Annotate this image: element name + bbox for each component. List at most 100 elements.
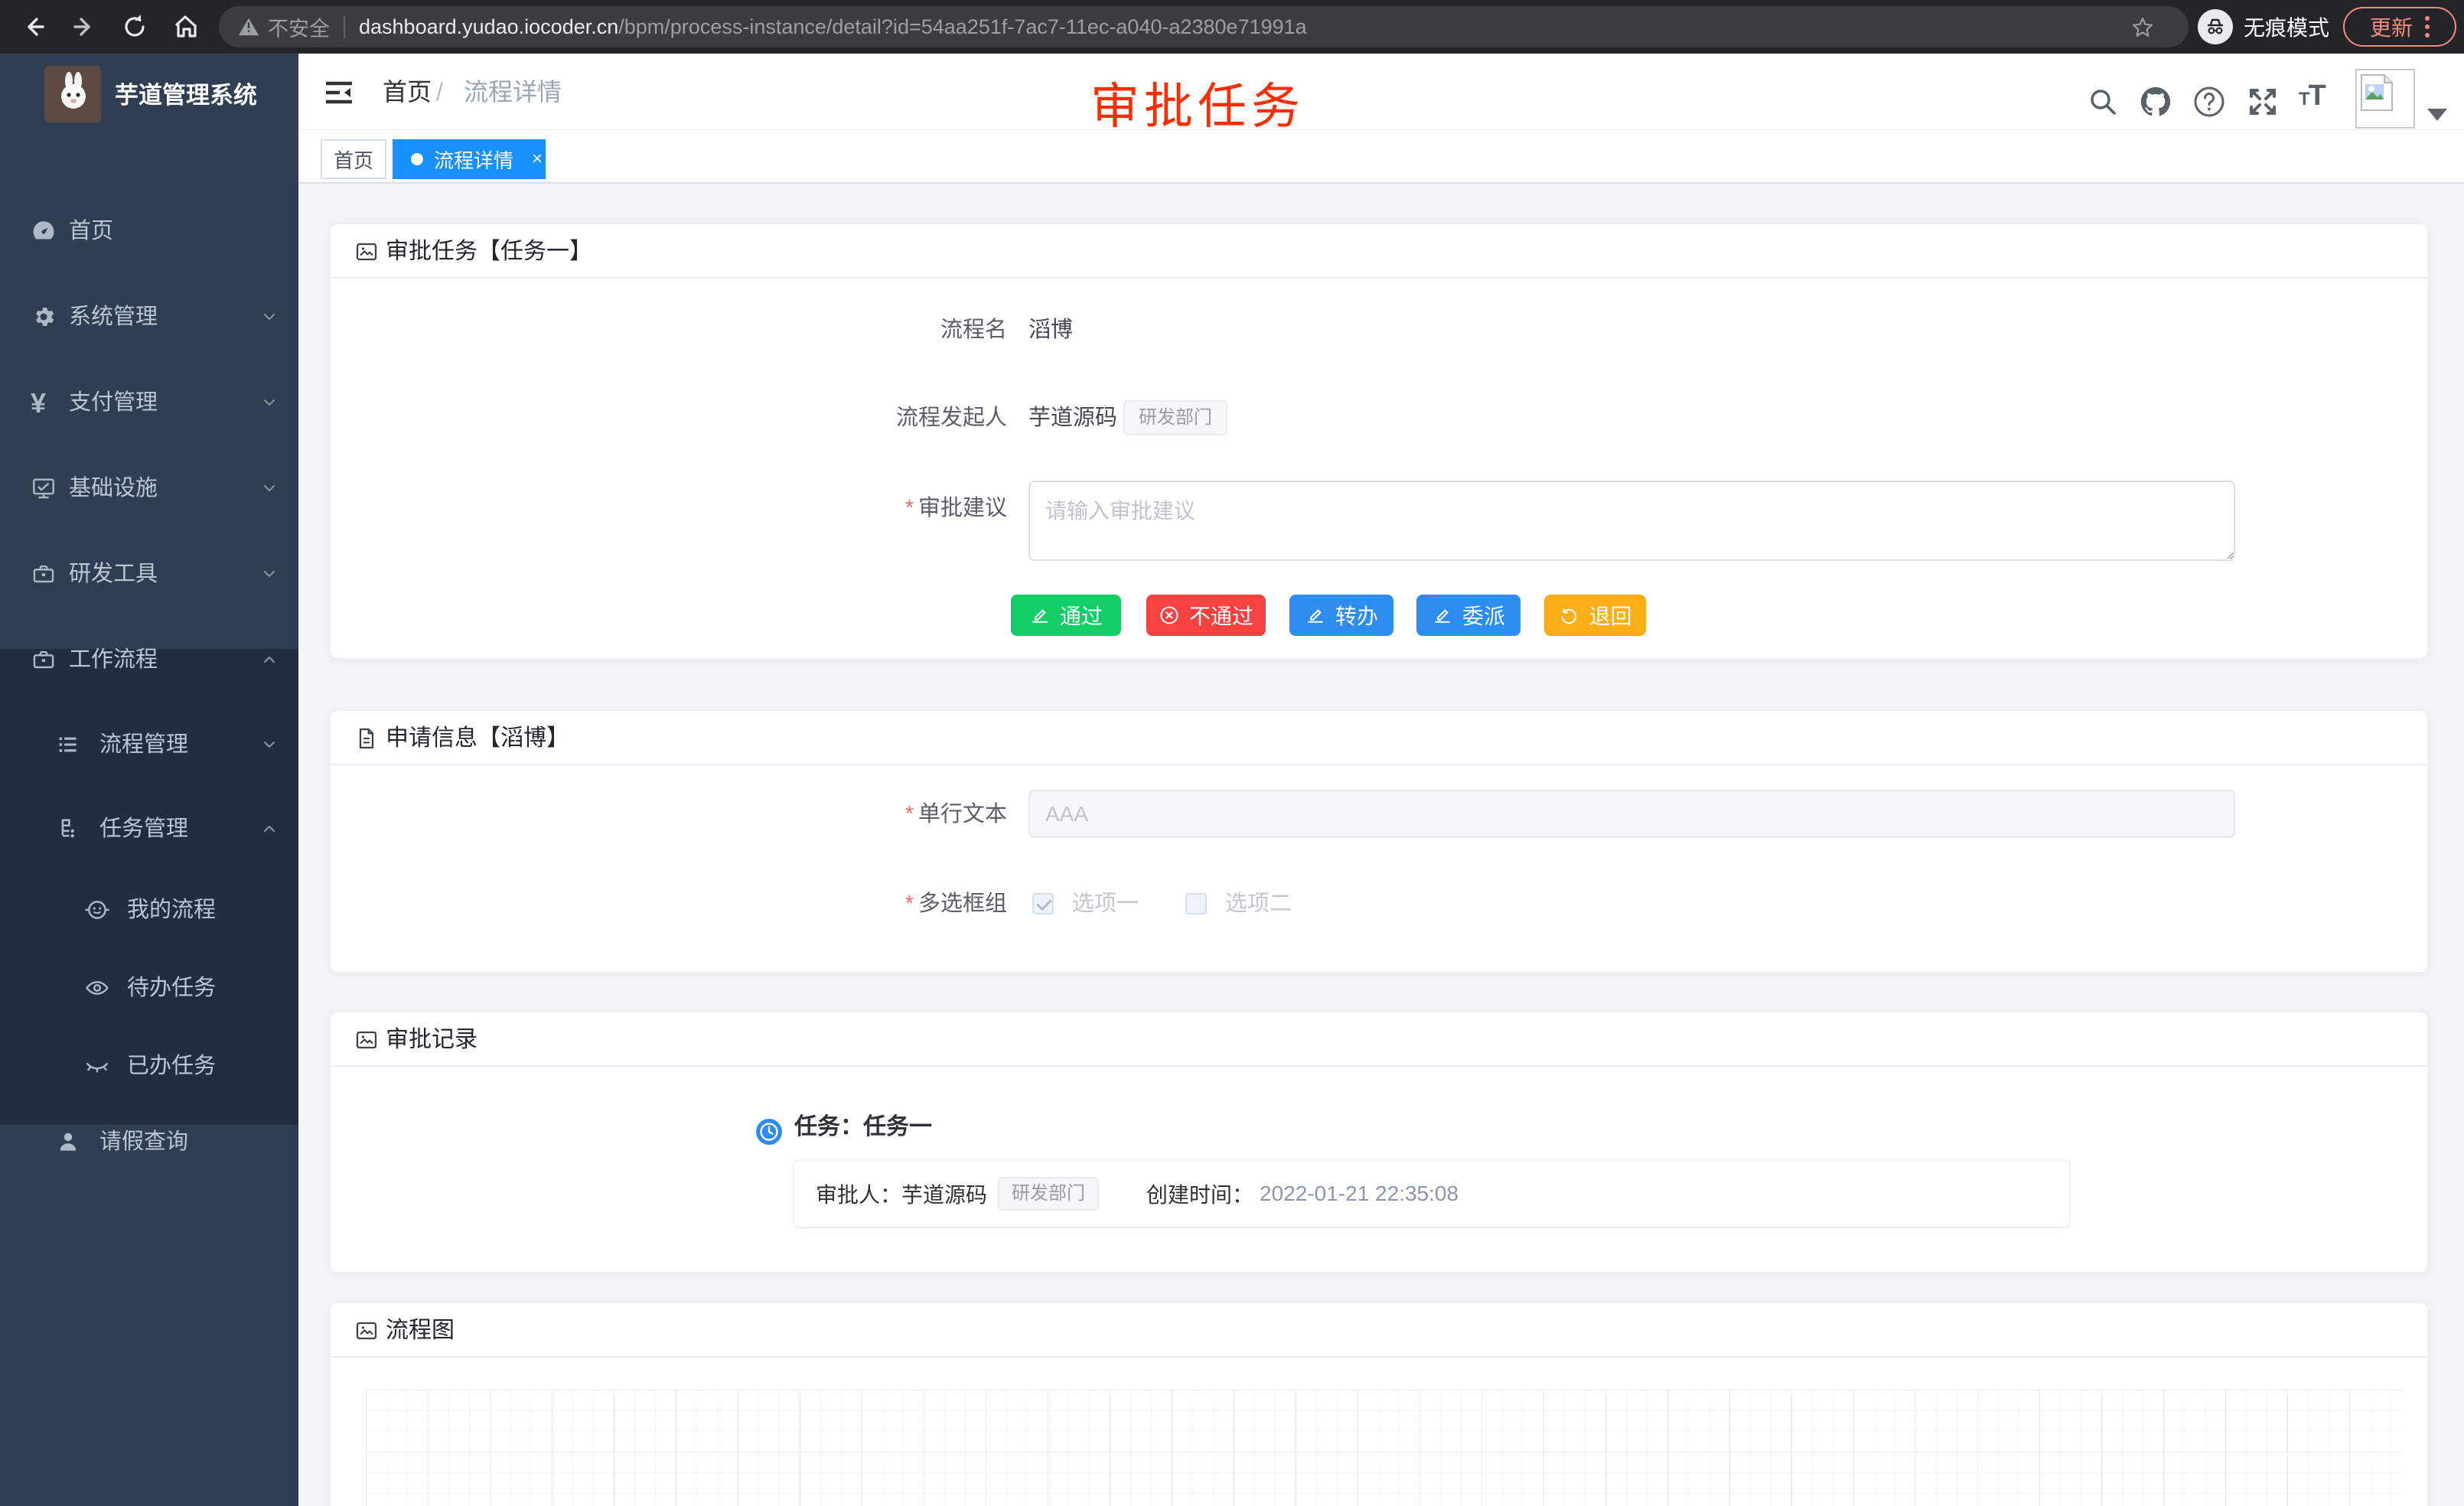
picture-frame-icon <box>354 1028 379 1052</box>
delegate-button[interactable]: 委派 <box>1416 595 1520 636</box>
initiator-value: 芋道源码 <box>1028 398 1117 438</box>
breadcrumb-home[interactable]: 首页 <box>383 54 432 130</box>
tab-close-icon[interactable]: × <box>532 148 543 170</box>
application-card-title: 申请信息【滔博】 <box>386 711 569 765</box>
document-icon <box>354 726 379 751</box>
browser-back-button[interactable] <box>17 10 51 44</box>
edit-icon <box>1029 605 1051 626</box>
yen-icon: ¥ <box>31 387 46 419</box>
robot-icon <box>84 897 110 923</box>
browser-reload-button[interactable] <box>118 10 152 44</box>
annotation-text: 审批任务 <box>1090 67 1305 138</box>
browser-forward-button[interactable] <box>67 10 101 44</box>
chevron-down-icon <box>260 735 279 754</box>
sidebar: 芋道管理系统 首页 系统管理 ¥ 支付管理 基础设施 研发工具 <box>0 54 298 1506</box>
circle-close-icon <box>1159 605 1180 626</box>
return-button[interactable]: 退回 <box>1544 595 1646 636</box>
monitor-icon <box>31 475 57 501</box>
application-info-card: 申请信息【滔博】 *单行文本 *多选框组 选项一 选项二 <box>330 710 2428 973</box>
approve-button[interactable]: 通过 <box>1011 595 1121 636</box>
app-header: 首页 / 流程详情 审批任务 TT <box>298 54 2464 130</box>
approve-card-title: 审批任务【任务一】 <box>386 224 592 279</box>
opinion-textarea[interactable] <box>1028 481 2235 561</box>
incognito-icon <box>2198 9 2233 44</box>
browser-update-button[interactable]: 更新 <box>2343 7 2456 47</box>
url-separator <box>344 15 345 38</box>
sidebar-item-devtools[interactable]: 研发工具 <box>0 531 298 617</box>
sidebar-logo[interactable]: 芋道管理系统 <box>0 54 298 138</box>
help-icon[interactable] <box>2192 84 2227 119</box>
bpmn-diagram-canvas[interactable] <box>366 1390 2401 1506</box>
opinion-label: *审批建议 <box>678 488 1007 528</box>
approve-task-card: 审批任务【任务一】 流程名 滔博 流程发起人 芋道源码 研发部门 *审批建议 通… <box>330 223 2428 659</box>
list-icon <box>55 732 81 758</box>
dashboard-icon <box>31 218 57 244</box>
transfer-button[interactable]: 转办 <box>1289 595 1393 636</box>
sidebar-item-process-management[interactable]: 流程管理 <box>0 702 298 787</box>
flow-diagram-card: 流程图 <box>330 1302 2428 1506</box>
records-card-title: 审批记录 <box>386 1012 477 1067</box>
chevron-down-icon <box>260 565 279 583</box>
diagram-card-header: 流程图 <box>331 1303 2427 1358</box>
update-label[interactable]: 更新 <box>2370 11 2413 42</box>
edit-icon <box>1305 605 1326 626</box>
application-card-header: 申请信息【滔博】 <box>331 711 2427 765</box>
sidebar-item-my-process[interactable]: 我的流程 <box>0 871 298 949</box>
approve-card-header: 审批任务【任务一】 <box>331 224 2427 279</box>
browser-home-button[interactable] <box>168 10 202 44</box>
sidebar-item-home[interactable]: 首页 <box>0 188 298 274</box>
checkbox-group-label: *多选框组 <box>678 884 1007 924</box>
gear-icon <box>31 304 57 330</box>
browser-menu-icon[interactable] <box>2425 16 2430 37</box>
chevron-down-icon <box>260 393 279 412</box>
sidebar-item-done-tasks[interactable]: 已办任务 <box>0 1027 298 1105</box>
screen: 不安全 dashboard.yudao.iocoder.cn/bpm/proce… <box>0 0 2464 1506</box>
process-name-label: 流程名 <box>678 310 1007 350</box>
active-tab-dot <box>411 153 423 165</box>
process-name-value: 滔博 <box>1028 310 1073 350</box>
sidebar-item-leave-query[interactable]: 请假查询 <box>0 1105 298 1178</box>
diagram-card-title: 流程图 <box>386 1303 455 1358</box>
search-icon[interactable] <box>2085 84 2120 119</box>
eye-icon <box>84 975 110 1001</box>
picture-frame-icon <box>354 240 379 264</box>
reject-button[interactable]: 不通过 <box>1146 595 1266 636</box>
text-field-label: *单行文本 <box>678 794 1007 834</box>
chevron-up-icon <box>260 650 279 669</box>
timeline-record-item: 审批人： 芋道源码 研发部门 创建时间： 2022-01-21 22:35:08 <box>793 1159 2071 1228</box>
approval-records-card: 审批记录 任务：任务一 审批人： 芋道源码 研发部门 创建时间： 2022-01… <box>330 1012 2428 1273</box>
bookmark-star-icon[interactable] <box>2130 15 2155 40</box>
github-icon[interactable] <box>2138 84 2173 119</box>
records-card-header: 审批记录 <box>331 1012 2427 1067</box>
tags-view-bar: 首页 流程详情 × <box>298 130 2464 184</box>
sidebar-item-task-management[interactable]: 任务管理 <box>0 787 298 871</box>
avatar[interactable] <box>2355 69 2415 129</box>
checkbox-option1-label: 选项一 <box>1072 884 1139 924</box>
sidebar-item-todo-tasks[interactable]: 待办任务 <box>0 949 298 1027</box>
logo-image <box>44 66 101 122</box>
created-value: 2022-01-21 22:35:08 <box>1260 1182 1459 1206</box>
avatar-dropdown-caret-icon[interactable] <box>2427 109 2447 121</box>
checkbox-option2-label: 选项二 <box>1225 884 1292 924</box>
sidebar-item-payment[interactable]: ¥ 支付管理 <box>0 360 298 445</box>
tree-icon <box>55 816 81 842</box>
refresh-left-icon <box>1558 605 1579 626</box>
sidebar-collapse-icon[interactable] <box>324 81 354 104</box>
url-host: dashboard.yudao.iocoder.cn <box>359 15 618 39</box>
breadcrumb-separator: / <box>436 54 443 130</box>
initiator-label: 流程发起人 <box>678 398 1007 438</box>
fullscreen-icon[interactable] <box>2245 84 2280 119</box>
sidebar-item-infrastructure[interactable]: 基础设施 <box>0 445 298 531</box>
sidebar-item-workflow[interactable]: 工作流程 <box>0 617 298 702</box>
font-size-icon[interactable]: TT <box>2299 80 2352 115</box>
tab-process-detail[interactable]: 流程详情 × <box>393 139 546 179</box>
assignee-value: 芋道源码 <box>901 1178 987 1209</box>
url-path: /bpm/process-instance/detail?id=54aa251f… <box>618 15 1306 39</box>
app-title: 芋道管理系统 <box>115 54 257 138</box>
initiator-dept-tag: 研发部门 <box>1123 400 1227 435</box>
address-bar[interactable]: 不安全 dashboard.yudao.iocoder.cn/bpm/proce… <box>219 6 2189 47</box>
sidebar-item-system[interactable]: 系统管理 <box>0 274 298 360</box>
assignee-label: 审批人： <box>816 1178 901 1209</box>
tab-home[interactable]: 首页 <box>321 139 386 179</box>
briefcase-icon <box>31 647 57 673</box>
